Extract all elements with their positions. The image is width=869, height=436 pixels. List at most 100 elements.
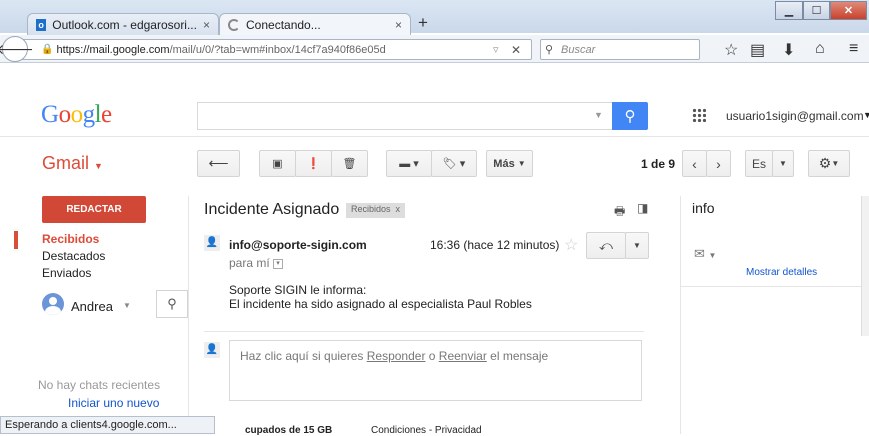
older-button[interactable]: › bbox=[706, 150, 731, 177]
newer-button[interactable]: ‹ bbox=[682, 150, 707, 177]
storage-info: cupados de 15 GB bbox=[245, 425, 333, 436]
search-options-icon[interactable]: ▼ bbox=[594, 110, 603, 120]
back-arrow-icon: ⟵ bbox=[208, 155, 229, 171]
recipient-label: para mí bbox=[229, 256, 270, 270]
home-icon[interactable]: ⌂ bbox=[815, 40, 825, 58]
browser-titlebar: o Outlook.com - edgarosori... × Conectan… bbox=[0, 0, 869, 36]
gmail-brand-label: Gmail bbox=[42, 153, 90, 173]
tab-close-icon[interactable]: × bbox=[203, 18, 210, 32]
reply-suffix: el mensaje bbox=[486, 349, 549, 363]
gmail-brand[interactable]: Gmail ▼ bbox=[42, 153, 103, 174]
star-icon[interactable]: ☆ bbox=[564, 235, 578, 255]
right-panel-title: info bbox=[692, 200, 715, 216]
tab-gmail[interactable]: Conectando... × bbox=[219, 13, 411, 36]
reply-prompt: Haz clic aquí si quieres bbox=[240, 349, 367, 363]
tab-outlook[interactable]: o Outlook.com - edgarosori... × bbox=[27, 13, 219, 35]
recipient: para mí ▾ bbox=[229, 256, 284, 270]
tab-close-icon[interactable]: × bbox=[395, 18, 402, 32]
maximize-button[interactable]: ☐ bbox=[803, 1, 830, 20]
loading-icon bbox=[228, 19, 240, 31]
dropdown-icon[interactable]: ▿ bbox=[493, 43, 499, 56]
archive-button[interactable]: ▣ bbox=[259, 150, 296, 177]
more-button[interactable]: Más ▼ bbox=[486, 150, 533, 177]
input-tools-button[interactable]: Es bbox=[745, 150, 773, 177]
chevron-down-icon: ▼ bbox=[633, 241, 641, 250]
spam-icon: ❗ bbox=[306, 158, 321, 170]
stop-icon[interactable]: ✕ bbox=[511, 43, 521, 57]
more-actions-button[interactable]: ▼ bbox=[625, 232, 649, 259]
show-details-icon[interactable]: ▾ bbox=[273, 258, 284, 269]
reply-or: o bbox=[425, 349, 439, 363]
search-placeholder: Buscar bbox=[561, 43, 596, 56]
archive-icon: ▣ bbox=[272, 158, 283, 170]
reply-button[interactable]: ⤺ bbox=[586, 232, 626, 259]
account-dropdown-icon[interactable]: ▼ bbox=[863, 110, 869, 120]
terms-privacy-links[interactable]: Condiciones - Privacidad bbox=[371, 425, 482, 436]
mail-search-button[interactable]: ⚲ bbox=[612, 102, 648, 130]
avatar[interactable] bbox=[42, 293, 64, 315]
logo-letter: e bbox=[101, 101, 112, 128]
remove-label-icon[interactable]: x bbox=[396, 204, 401, 214]
url-path: /mail/u/0/?tab=wm#inbox/14cf7a940f86e05d bbox=[169, 43, 386, 56]
browser-navbar: 🡐 🔒 https://mail.google.com/mail/u/0/?ta… bbox=[0, 35, 869, 63]
forward-link[interactable]: Reenviar bbox=[439, 349, 487, 363]
outlook-icon: o bbox=[36, 18, 47, 31]
lang-label: Es bbox=[751, 156, 766, 171]
right-panel-divider bbox=[680, 196, 681, 434]
search-icon: ⚲ bbox=[545, 44, 554, 56]
new-tab-button[interactable]: + bbox=[418, 13, 428, 33]
labels-button[interactable]: 🏷 ▾ bbox=[431, 150, 477, 177]
mail-icon[interactable]: ✉ ▼ bbox=[694, 246, 716, 262]
gear-icon: ⚙ bbox=[818, 155, 832, 171]
tab-label: Conectando... bbox=[246, 18, 321, 32]
chat-search-button[interactable]: ⚲ bbox=[156, 290, 188, 318]
google-logo[interactable]: Google bbox=[41, 101, 112, 129]
menu-icon[interactable]: ≡ bbox=[849, 40, 858, 58]
chevron-down-icon: ▼ bbox=[779, 159, 787, 168]
account-email[interactable]: usuario1sigin@gmail.com bbox=[726, 109, 864, 123]
sender-email[interactable]: info@soporte-sigin.com bbox=[229, 238, 367, 252]
chevron-down-icon[interactable]: ▼ bbox=[123, 301, 131, 310]
input-tools-dropdown[interactable]: ▼ bbox=[772, 150, 794, 177]
minimize-button[interactable]: ▁ bbox=[775, 1, 803, 20]
reply-link[interactable]: Responder bbox=[367, 349, 426, 363]
download-icon[interactable]: ⬇ bbox=[782, 40, 795, 60]
move-to-button[interactable]: ▬ ▾ bbox=[386, 150, 432, 177]
compose-button[interactable]: REDACTAR bbox=[42, 196, 146, 223]
spam-button[interactable]: ❗ bbox=[295, 150, 332, 177]
lock-icon: 🔒 bbox=[41, 44, 54, 55]
sidebar-item-sent[interactable]: Enviados bbox=[42, 266, 91, 280]
mail-search-input[interactable]: ▼ bbox=[197, 102, 612, 130]
reply-avatar-icon: 👤 bbox=[204, 342, 220, 358]
chevron-down-icon: ▼ bbox=[94, 161, 103, 171]
sidebar-item-inbox[interactable]: Recibidos bbox=[42, 232, 99, 246]
new-window-icon[interactable]: ◨ bbox=[637, 201, 648, 215]
search-input[interactable]: ⚲ Buscar bbox=[540, 39, 700, 60]
logo-letter: g bbox=[82, 101, 96, 128]
close-window-button[interactable]: ✕ bbox=[830, 1, 867, 20]
chat-user-name[interactable]: Andrea bbox=[71, 299, 113, 314]
apps-grid-icon[interactable] bbox=[692, 108, 706, 122]
back-to-inbox-button[interactable]: ⟵ bbox=[197, 150, 240, 177]
back-button[interactable]: 🡐 bbox=[0, 36, 34, 62]
print-icon[interactable]: 🖶 bbox=[614, 202, 625, 223]
bookmark-star-icon[interactable]: ☆ bbox=[724, 40, 738, 60]
sidebar-item-starred[interactable]: Destacados bbox=[42, 249, 105, 263]
chevron-down-icon: ▼ bbox=[517, 159, 526, 168]
show-details-link[interactable]: Mostrar detalles bbox=[746, 267, 817, 278]
search-icon: ⚲ bbox=[624, 108, 636, 125]
label-tag-icon: 🏷 ▾ bbox=[442, 158, 466, 170]
chevron-right-icon: › bbox=[716, 155, 721, 172]
url-bar[interactable]: 🔒 https://mail.google.com/mail/u/0/?tab=… bbox=[14, 39, 532, 60]
settings-button[interactable]: ⚙ ▼ bbox=[808, 150, 850, 177]
logo-letter: G bbox=[41, 101, 59, 128]
quick-reply-box[interactable]: Haz clic aquí si quieres Responder o Ree… bbox=[229, 340, 642, 401]
label-chip[interactable]: Recibidos x bbox=[346, 203, 406, 218]
reading-list-icon[interactable]: ▤ bbox=[750, 40, 765, 60]
more-label: Más bbox=[493, 157, 515, 170]
sender-avatar-icon: 👤 bbox=[204, 235, 220, 251]
chevron-left-icon: ‹ bbox=[692, 155, 697, 172]
scrollbar[interactable] bbox=[861, 196, 869, 336]
delete-button[interactable]: 🗑 bbox=[331, 150, 368, 177]
start-chat-link[interactable]: Iniciar uno nuevo bbox=[68, 396, 159, 410]
